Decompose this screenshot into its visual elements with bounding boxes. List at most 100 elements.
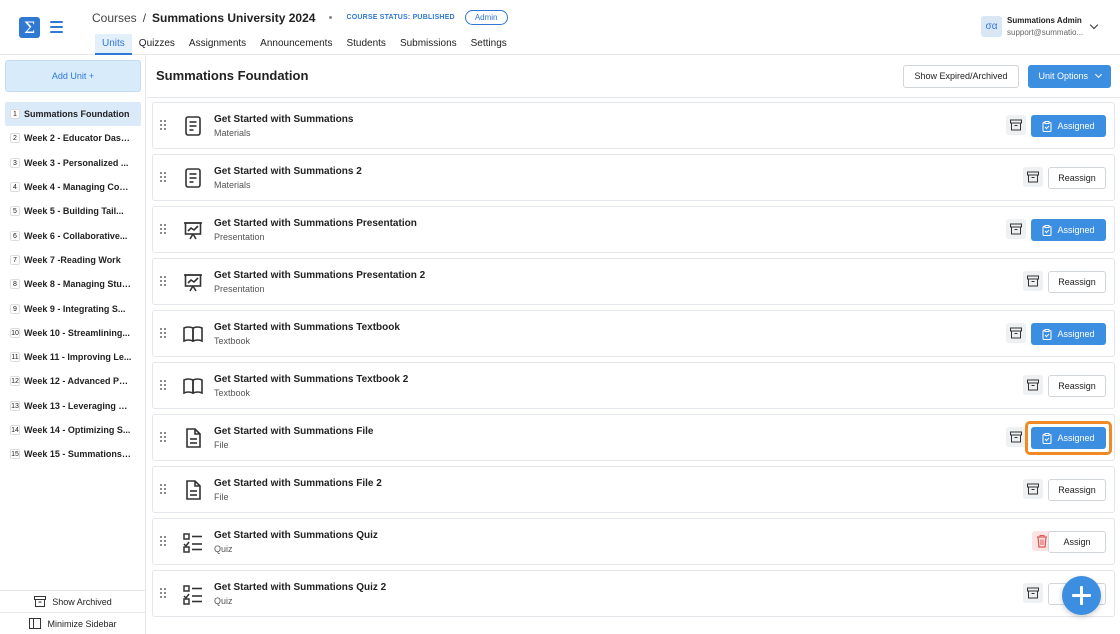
item-title[interactable]: Get Started with Summations File [214,426,373,437]
unit-label: Week 11 - Improving Le... [24,352,132,363]
tab-submissions[interactable]: Submissions [393,34,464,55]
book-icon [182,323,204,345]
archive-icon[interactable] [1006,219,1026,239]
sidebar-unit-item[interactable]: 5 Week 5 - Building Tail... [5,199,141,223]
drag-handle-icon[interactable] [160,432,166,442]
unit-item-row[interactable]: Get Started with Summations Presentation… [152,206,1115,253]
sidebar-unit-item[interactable]: 12 Week 12 - Advanced Per... [5,369,141,393]
sidebar-unit-item[interactable]: 10 Week 10 - Streamlining... [5,321,141,345]
unit-item-row[interactable]: Get Started with Summations Quiz 2QuizR [152,570,1115,617]
tab-quizzes[interactable]: Quizzes [132,34,182,55]
sidebar-unit-item[interactable]: 14 Week 14 - Optimizing S... [5,418,141,442]
unit-item-row[interactable]: Get Started with Summations Quiz Quiz Assi… [152,518,1115,565]
archive-icon[interactable] [1023,167,1043,187]
tab-settings[interactable]: Settings [464,34,514,55]
drag-handle-icon[interactable] [160,380,166,390]
sidebar-unit-item[interactable]: 3 Week 3 - Personalized ... [5,151,141,175]
chevron-down-icon[interactable] [1089,20,1099,30]
item-title[interactable]: Get Started with Summations 2 [214,166,362,177]
sidebar-unit-item[interactable]: 8 Week 8 - Managing Stud... [5,272,141,296]
item-type: Presentation [214,284,265,294]
unit-item-row[interactable]: Get Started with Summations File 2 File Re… [152,466,1115,513]
clipboard-check-icon [1042,328,1052,340]
breadcrumb-courses-link[interactable]: Courses [92,11,137,25]
item-title[interactable]: Get Started with Summations Presentation… [214,270,425,281]
drag-handle-icon[interactable] [160,536,166,546]
minimize-sidebar-button[interactable]: Minimize Sidebar [0,612,146,634]
sidebar-unit-item[interactable]: 11 Week 11 - Improving Le... [5,345,141,369]
sidebar-unit-item[interactable]: 6 Week 6 - Collaborative... [5,223,141,247]
unit-number: 6 [10,230,20,241]
sidebar-unit-item[interactable]: 9 Week 9 - Integrating S... [5,296,141,320]
top-header: Σ Courses / Summations University 2024 C… [0,0,1120,55]
archive-icon[interactable] [1023,375,1043,395]
item-title[interactable]: Get Started with Summations Presentation [214,218,417,229]
drag-handle-icon[interactable] [160,588,166,598]
drag-handle-icon[interactable] [160,224,166,234]
reassign-button[interactable]: Reassign [1048,167,1106,189]
sidebar-unit-item[interactable]: 1 Summations Foundation [5,102,141,127]
add-item-fab-button[interactable] [1062,576,1101,615]
archive-icon[interactable] [1006,115,1026,135]
drag-handle-icon[interactable] [160,484,166,494]
reassign-button[interactable]: Reassign [1048,271,1106,293]
assigned-label: Assigned [1057,121,1095,131]
add-unit-button[interactable]: Add Unit + [5,60,141,92]
unit-list: 1 Summations Foundation 2 Week 2 - Educator… [5,102,141,466]
unit-item-row[interactable]: Get Started with Summations Materials Assi… [152,102,1115,149]
clipboard-check-icon [1042,224,1052,236]
unit-item-row[interactable]: Get Started with Summations Textbook Text… [152,310,1115,357]
show-expired-button[interactable]: Show Expired/Archived [903,65,1019,88]
archive-icon[interactable] [1023,583,1043,603]
sidebar-unit-item[interactable]: 7 Week 7 -Reading Work [5,248,141,272]
archive-icon[interactable] [1023,271,1043,291]
reassign-button[interactable]: Reassign [1048,479,1106,501]
tab-students[interactable]: Students [339,34,392,55]
sidebar-unit-item[interactable]: 2 Week 2 - Educator Dash... [5,126,141,150]
item-title[interactable]: Get Started with Summations Quiz 2 [214,582,386,593]
unit-item-row[interactable]: Get Started with Summations Presentation… [152,258,1115,305]
assign-button[interactable]: Assign [1048,531,1106,553]
course-status: COURSE STATUS: PUBLISHED [346,14,455,21]
assigned-button[interactable]: Assigned [1031,115,1106,137]
drag-handle-icon[interactable] [160,328,166,338]
main-content: Summations Foundation Show Expired/Archi… [147,55,1120,634]
item-title[interactable]: Get Started with Summations Textbook [214,322,400,333]
item-title[interactable]: Get Started with Summations [214,114,353,125]
tab-assignments[interactable]: Assignments [182,34,253,55]
unit-item-row[interactable]: Get Started with Summations Textbook 2 Te… [152,362,1115,409]
sidebar-unit-item[interactable]: 13 Week 13 - Leveraging C... [5,394,141,418]
unit-item-row[interactable]: Get Started with Summations File File Assi… [152,414,1115,461]
units-sidebar: Add Unit + 1 Summations Foundation 2 Week 2… [0,55,146,634]
presentation-icon [182,271,204,293]
unit-number: 12 [10,376,20,387]
user-menu[interactable]: σα Summations Admin support@summatio... [981,16,1099,37]
unit-options-button[interactable]: Unit Options [1028,65,1111,88]
tab-units[interactable]: Units [95,34,132,55]
unit-label: Week 3 - Personalized ... [24,157,129,168]
unit-label: Week 4 - Managing Cours... [24,182,132,193]
item-title[interactable]: Get Started with Summations Textbook 2 [214,374,408,385]
archive-icon[interactable] [1023,479,1043,499]
chevron-down-icon [1094,70,1102,79]
menu-icon[interactable] [50,21,63,33]
unit-item-row[interactable]: Get Started with Summations 2 Materials Re… [152,154,1115,201]
tab-announcements[interactable]: Announcements [253,34,339,55]
item-title[interactable]: Get Started with Summations File 2 [214,478,382,489]
item-title[interactable]: Get Started with Summations Quiz [214,530,378,541]
summations-logo-icon[interactable]: Σ [19,17,40,38]
quiz-icon [182,531,204,553]
drag-handle-icon[interactable] [160,172,166,182]
sidebar-unit-item[interactable]: 15 Week 15 - Summations i... [5,442,141,466]
drag-handle-icon[interactable] [160,120,166,130]
sidebar-unit-item[interactable]: 4 Week 4 - Managing Cours... [5,175,141,199]
archive-icon[interactable] [1006,427,1026,447]
assigned-button[interactable]: Assigned [1031,323,1106,345]
reassign-button[interactable]: Reassign [1048,375,1106,397]
drag-handle-icon[interactable] [160,276,166,286]
user-name: Summations Admin [1007,16,1082,25]
assigned-button[interactable]: Assigned [1031,219,1106,241]
archive-icon[interactable] [1006,323,1026,343]
show-archived-button[interactable]: Show Archived [0,590,146,612]
unit-label: Week 10 - Streamlining... [24,327,130,338]
